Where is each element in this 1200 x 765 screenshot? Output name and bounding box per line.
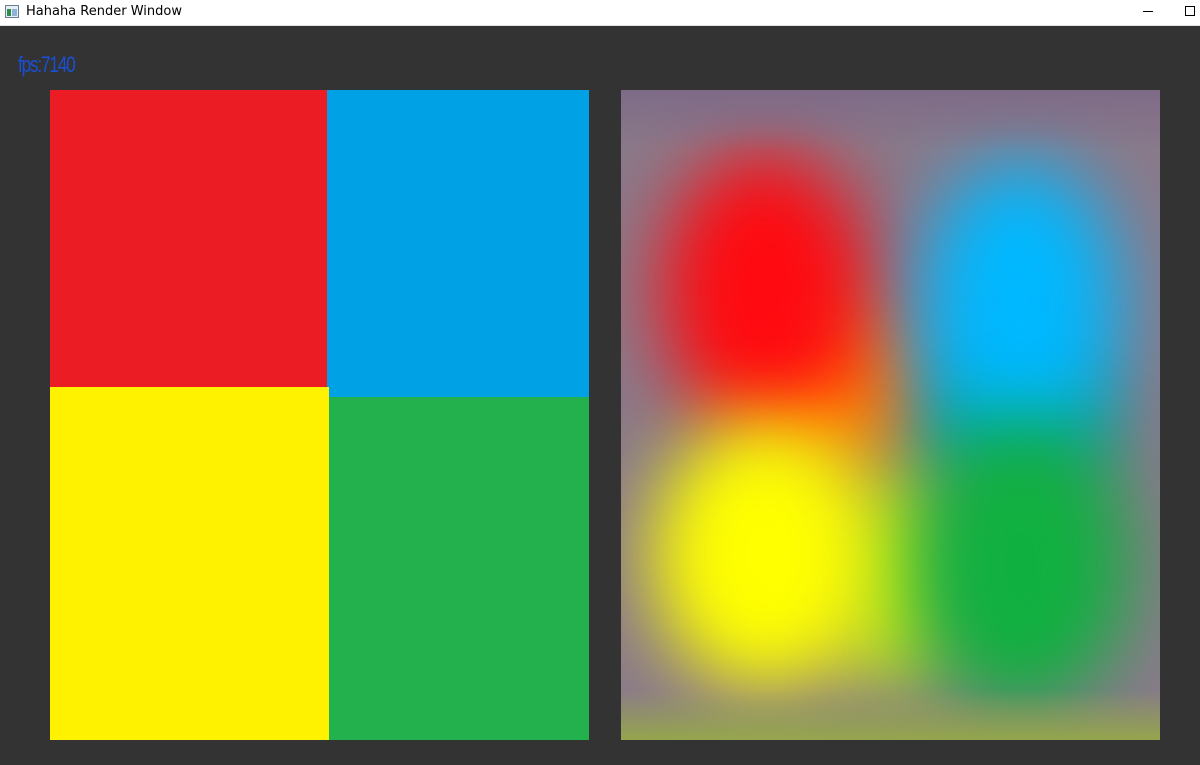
original-image-panel xyxy=(50,90,589,740)
blur-top-edge xyxy=(621,90,1160,150)
app-window-icon xyxy=(5,5,19,18)
minimize-button[interactable] xyxy=(1131,0,1165,26)
green-blur-blob xyxy=(911,420,1131,710)
blur-bottom-edge xyxy=(621,690,1160,740)
blue-blur-blob xyxy=(921,160,1121,450)
red-quadrant xyxy=(50,90,327,387)
title-bar[interactable]: Hahaha Render Window xyxy=(0,0,1200,26)
yellow-quadrant xyxy=(50,387,329,740)
red-blur-blob xyxy=(661,150,871,430)
maximize-button[interactable] xyxy=(1173,0,1200,26)
blue-quadrant xyxy=(327,90,589,397)
fps-counter: fps:7140 xyxy=(18,52,76,77)
render-window: Hahaha Render Window fps:7140 xyxy=(0,0,1200,765)
green-quadrant xyxy=(329,397,589,740)
window-title: Hahaha Render Window xyxy=(26,4,182,19)
blurred-image-panel xyxy=(621,90,1160,740)
yellow-blur-blob xyxy=(651,420,881,690)
